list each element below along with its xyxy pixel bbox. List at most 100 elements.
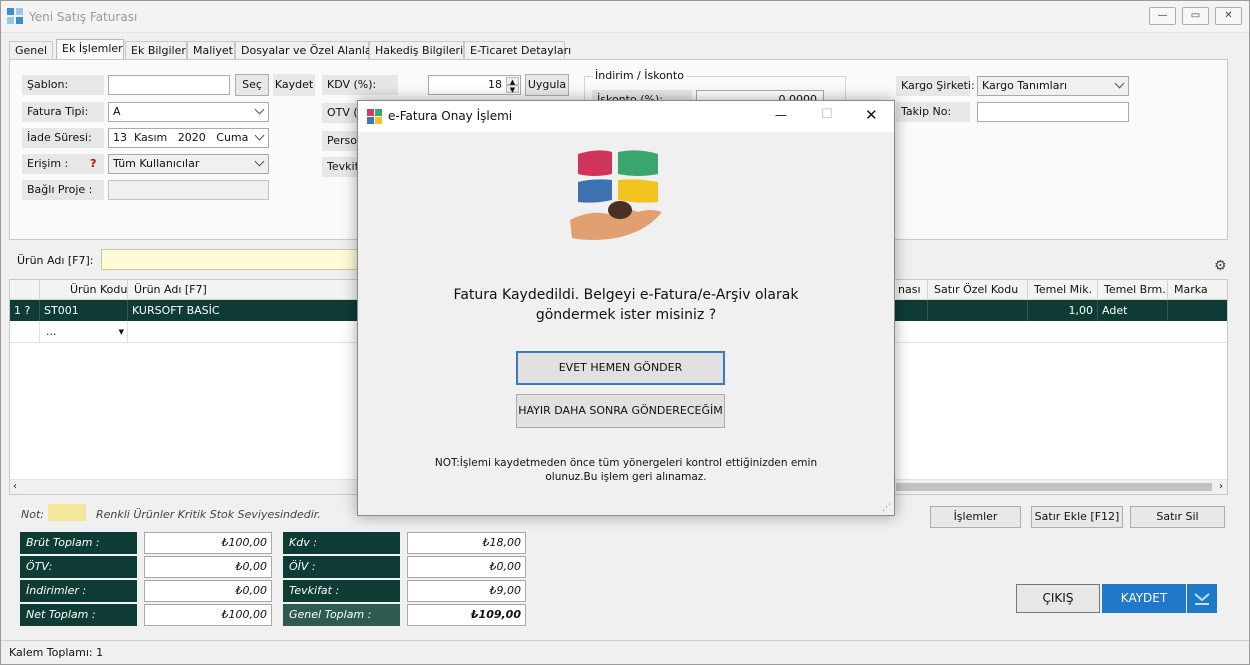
kargo-select[interactable]: Kargo Tanımları (977, 76, 1129, 96)
product-search-input[interactable] (101, 249, 361, 270)
kdv-label: KDV (%): (322, 75, 398, 95)
dialog-note-line2: olunuz.Bu işlem geri alınamaz. (545, 471, 707, 483)
dialog-maximize-icon[interactable]: ☐ (821, 107, 833, 122)
note-text: Renkli Ürünler Kritik Stok Seviyesindedi… (96, 508, 321, 521)
iade-weekday: Cuma (216, 131, 249, 144)
satir-ekle-button[interactable]: Satır Ekle [F12] (1031, 506, 1123, 528)
dialog-close-icon[interactable]: ✕ (865, 106, 878, 124)
chevron-down-icon (1114, 78, 1125, 89)
grid-header-marka[interactable]: Marka (1168, 280, 1227, 300)
dialog-note: NOT:İşlemi kaydetmeden önce tüm yönergel… (358, 456, 894, 484)
kaydet-sablon-button[interactable]: Kaydet (273, 74, 315, 96)
sec-button[interactable]: Seç (235, 74, 269, 96)
new-row-name[interactable] (128, 321, 360, 343)
grid-header-name[interactable]: Ürün Adı [F7] (128, 280, 360, 300)
row-unit[interactable]: Adet (1098, 300, 1168, 321)
dialog-message-line1: Fatura Kaydedildi. Belgeyi e-Fatura/e-Ar… (453, 287, 799, 303)
kdv-value: 18 (488, 78, 502, 91)
tab-hakedis[interactable]: Hakediş Bilgileri (369, 41, 464, 60)
main-window: Yeni Satış Faturası — ▭ ✕ Genel Ek İşlem… (0, 0, 1250, 665)
stepper-up-icon[interactable]: ▲ (506, 77, 519, 86)
tevkifat-total-label: Tevkifat : (283, 580, 400, 602)
net-toplam-value: ₺100,00 (144, 604, 272, 626)
indirimler-value: ₺0,00 (144, 580, 272, 602)
row-code[interactable]: ST001 (40, 300, 128, 321)
kargo-value: Kargo Tanımları (982, 79, 1068, 92)
tab-ek-islemler[interactable]: Ek İşlemler (56, 39, 124, 61)
grid-header-code[interactable]: Ürün Kodu (40, 280, 128, 300)
bagli-proje-label: Bağlı Proje : (22, 180, 104, 200)
grid-header-truncated[interactable]: nası (896, 280, 928, 300)
tab-genel[interactable]: Genel (9, 41, 53, 60)
scroll-left-icon[interactable]: ‹ (13, 480, 17, 494)
chevron-down-icon (1194, 593, 1210, 605)
erisim-label: Erişim : ? (22, 154, 104, 174)
new-row-code[interactable]: ... ▼ (40, 321, 128, 343)
chevron-down-icon (254, 104, 265, 115)
iade-suresi-date[interactable]: 13 Kasım 2020 Cuma (108, 128, 269, 148)
help-icon[interactable]: ? (90, 154, 96, 174)
brut-toplam-label: Brüt Toplam : (20, 532, 137, 554)
takip-input[interactable] (977, 102, 1129, 122)
row-qty[interactable]: 1,00 (1028, 300, 1098, 321)
gear-icon[interactable]: ⚙ (1214, 259, 1228, 273)
iade-suresi-label: İade Süresi: (22, 128, 104, 148)
oiv-total-label: ÖİV : (283, 556, 400, 578)
row-name[interactable]: KURSOFT BASİC (128, 300, 360, 321)
status-bar: Kalem Toplamı: 1 (1, 640, 1249, 664)
close-icon: ✕ (1224, 10, 1233, 21)
new-row-index (10, 321, 40, 343)
tab-eticaret[interactable]: E-Ticaret Detayları (464, 41, 571, 60)
efatura-logo-icon (570, 150, 662, 240)
sablon-input[interactable] (108, 75, 230, 95)
dropdown-arrow-icon[interactable]: ▼ (119, 321, 124, 343)
genel-toplam-value: ₺109,00 (407, 604, 526, 626)
satir-sil-button[interactable]: Satır Sil (1130, 506, 1225, 528)
oiv-total-value: ₺0,00 (407, 556, 526, 578)
dialog-minimize-icon[interactable]: — (775, 108, 787, 122)
erisim-label-text: Erişim : (27, 157, 69, 170)
title-bar: Yeni Satış Faturası — ▭ ✕ (1, 1, 1249, 33)
row-cell[interactable] (896, 300, 928, 321)
genel-toplam-label: Genel Toplam : (283, 604, 400, 626)
scrollbar-thumb[interactable] (896, 483, 1212, 491)
kalem-toplami: Kalem Toplamı: 1 (9, 646, 104, 659)
hayir-daha-sonra-button[interactable]: HAYIR DAHA SONRA GÖNDERECEĞİM (516, 394, 725, 428)
kaydet-button[interactable]: KAYDET (1102, 584, 1186, 613)
close-button[interactable]: ✕ (1215, 7, 1242, 25)
scroll-right-icon[interactable]: › (1219, 480, 1223, 494)
grid-header-temel-mik[interactable]: Temel Mik. (1028, 280, 1098, 300)
dialog-title: e-Fatura Onay İşlemi (388, 109, 513, 123)
row-marka[interactable] (1168, 300, 1227, 321)
takip-label: Takip No: (896, 102, 970, 122)
grid-header-index (10, 280, 40, 300)
net-toplam-label: Net Toplam : (20, 604, 137, 626)
fatura-tipi-select[interactable]: A (108, 102, 269, 122)
grid-header-satir-ozel-kodu[interactable]: Satır Özel Kodu (928, 280, 1028, 300)
erisim-value: Tüm Kullanıcılar (113, 157, 200, 170)
grid-header-temel-brm[interactable]: Temel Brm. (1098, 280, 1168, 300)
row-satir-ozel-kodu[interactable] (928, 300, 1028, 321)
erisim-select[interactable]: Tüm Kullanıcılar (108, 154, 269, 174)
tab-dosyalar[interactable]: Dosyalar ve Özel Alanlar (235, 41, 376, 60)
dialog-message: Fatura Kaydedildi. Belgeyi e-Fatura/e-Ar… (358, 285, 894, 325)
uygula-button[interactable]: Uygula (525, 74, 569, 96)
stepper-down-icon[interactable]: ▼ (506, 85, 519, 94)
tab-maliyet[interactable]: Maliyet (187, 41, 235, 60)
chevron-down-icon (254, 156, 265, 167)
evet-hemen-gonder-button[interactable]: EVET HEMEN GÖNDER (516, 351, 725, 385)
minimize-button[interactable]: — (1149, 7, 1176, 25)
bagli-proje-input[interactable] (108, 180, 269, 200)
window-title: Yeni Satış Faturası (29, 10, 138, 24)
resize-grip-icon[interactable]: ⋰ (882, 503, 891, 513)
islemler-button[interactable]: İşlemler (930, 506, 1021, 528)
kdv-stepper[interactable]: 18 ▲ ▼ (428, 75, 521, 95)
cikis-button[interactable]: ÇIKIŞ (1016, 584, 1100, 613)
otv-total-label: ÖTV: (20, 556, 137, 578)
restore-button[interactable]: ▭ (1182, 7, 1209, 25)
indirimler-label: İndirimler : (20, 580, 137, 602)
tevkifat-label: Tevkif (322, 157, 362, 177)
tab-ek-bilgiler[interactable]: Ek Bilgiler (125, 41, 187, 60)
note-color-swatch (48, 504, 86, 521)
kaydet-dropdown-button[interactable] (1187, 584, 1217, 613)
